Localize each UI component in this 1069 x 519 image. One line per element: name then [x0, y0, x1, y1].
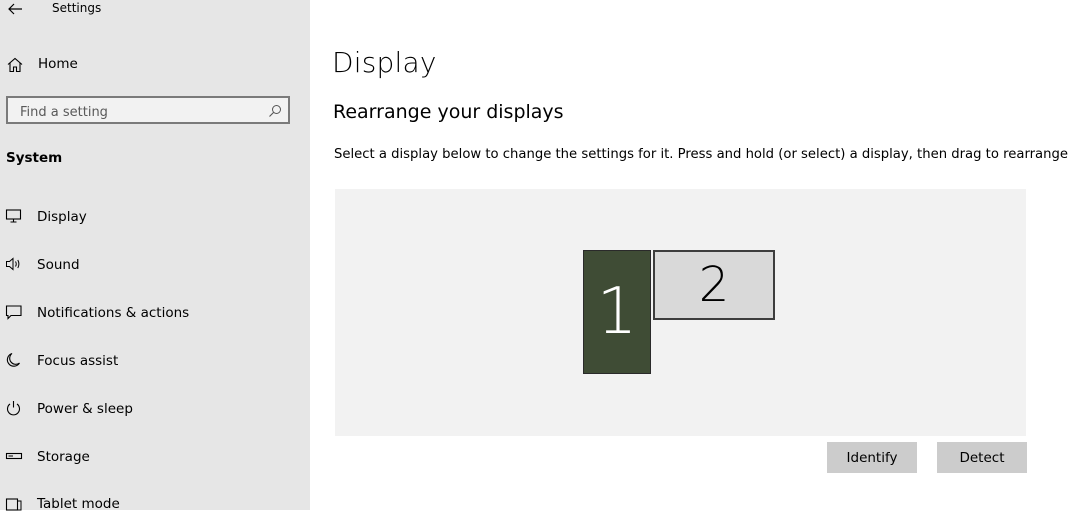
storage-icon [5, 452, 23, 460]
search-box[interactable] [6, 96, 290, 124]
sidebar-item-label: Display [37, 209, 87, 225]
display-1-tile[interactable]: 1 [583, 250, 651, 374]
display-2-tile[interactable]: 2 [653, 250, 775, 320]
sidebar-item-label: Sound [37, 257, 80, 273]
sidebar-item-power-sleep[interactable]: Power & sleep [0, 394, 310, 424]
display-1-number: 1 [596, 275, 638, 349]
sidebar-item-label: Focus assist [37, 353, 119, 369]
display-2-number: 2 [698, 257, 730, 313]
app-title: Settings [52, 1, 102, 15]
speaker-icon [6, 257, 20, 271]
identify-button[interactable]: Identify [827, 442, 917, 473]
back-arrow-icon[interactable] [6, 1, 24, 17]
sidebar: Settings Home System Display Sound [0, 0, 310, 512]
display-arrangement-area[interactable]: 1 2 [335, 189, 1026, 436]
section-heading-system: System [6, 150, 63, 166]
home-nav-item[interactable]: Home [0, 52, 310, 78]
sidebar-item-display[interactable]: Display [0, 202, 310, 232]
sidebar-item-label: Storage [37, 449, 90, 465]
description-text: Select a display below to change the set… [334, 147, 1069, 162]
search-input[interactable] [18, 102, 262, 122]
monitor-icon [5, 209, 22, 223]
sidebar-item-sound[interactable]: Sound [0, 250, 310, 280]
sidebar-item-focus-assist[interactable]: Focus assist [0, 346, 310, 376]
title-bar: Settings [0, 0, 310, 20]
page-title: Display [332, 46, 437, 79]
notification-icon [5, 305, 22, 320]
sidebar-item-label: Notifications & actions [37, 305, 190, 321]
search-icon[interactable] [268, 104, 282, 118]
home-label: Home [38, 56, 78, 72]
sidebar-item-storage[interactable]: Storage [0, 442, 310, 472]
sidebar-item-tablet-mode[interactable]: Tablet mode [0, 489, 310, 519]
power-icon [6, 401, 21, 416]
moon-icon [6, 352, 20, 367]
tablet-icon [5, 498, 22, 511]
main-content: Display Rearrange your displays Select a… [310, 0, 1069, 510]
section-title: Rearrange your displays [333, 101, 564, 123]
sidebar-item-notifications[interactable]: Notifications & actions [0, 298, 310, 328]
detect-button[interactable]: Detect [937, 442, 1027, 473]
home-icon [7, 57, 23, 73]
sidebar-item-label: Power & sleep [37, 401, 133, 417]
